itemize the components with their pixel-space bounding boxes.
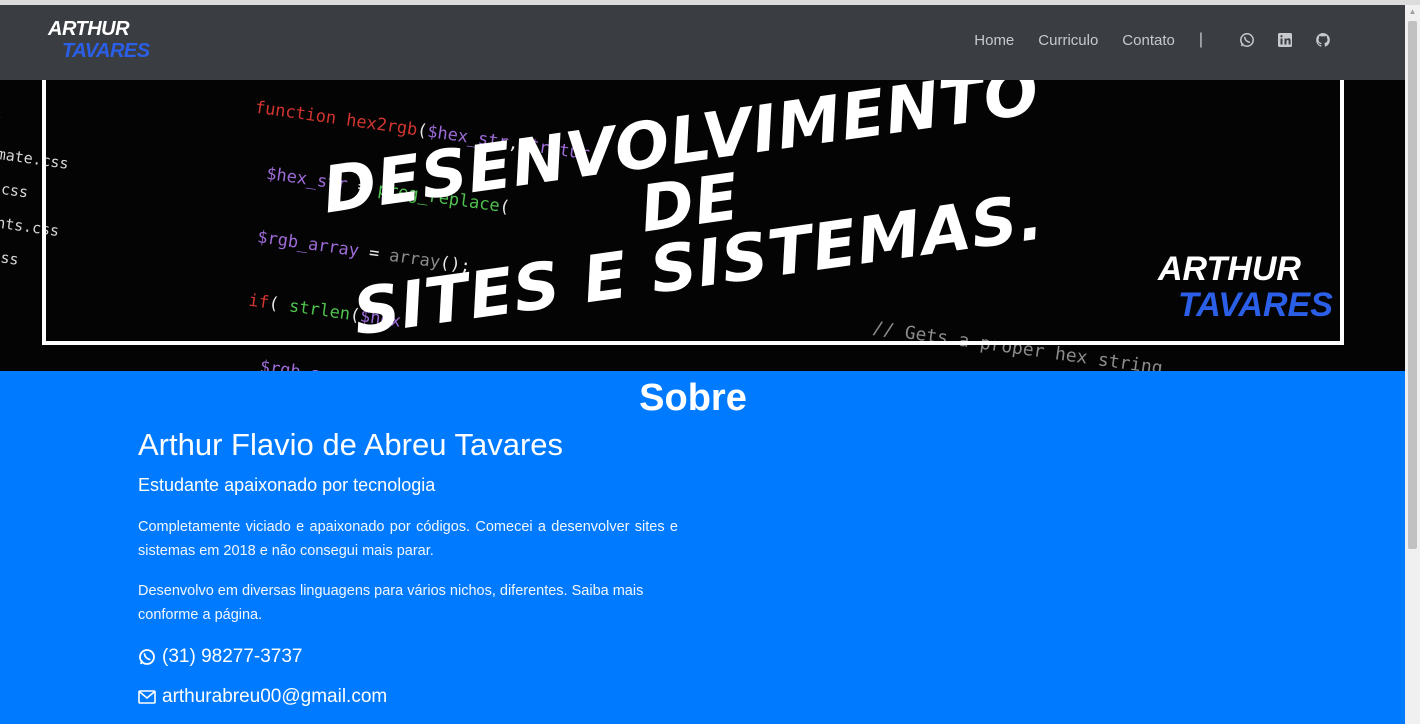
- brand-logo[interactable]: ARTHUR TAVARES: [48, 19, 150, 61]
- page: ARTHUR TAVARES Home Curriculo Contato | …: [0, 0, 1420, 724]
- nav-separator: |: [1198, 31, 1203, 48]
- about-subtitle: Estudante apaixonado por tecnologia: [138, 475, 436, 495]
- linkedin-icon[interactable]: [1277, 32, 1293, 48]
- banner-logo: ARTHUR TAVARES: [1158, 252, 1333, 322]
- whatsapp-icon: [139, 649, 155, 665]
- about-name: Arthur Flavio de Abreu Tavares: [138, 427, 564, 462]
- scrollbar-thumb[interactable]: [1408, 21, 1417, 549]
- nav-home[interactable]: Home: [974, 32, 1014, 49]
- nav-curriculo[interactable]: Curriculo: [1038, 32, 1098, 49]
- about-title: Sobre: [639, 377, 747, 419]
- main-nav: Home Curriculo Contato |: [950, 31, 1331, 49]
- hero-banner: s imate.css g.css ments.css o.css function h…: [0, 80, 1405, 371]
- scroll-up-arrow-icon[interactable]: ▲: [1408, 7, 1417, 16]
- about-paragraph-1: Completamente viciado e apaixonado por c…: [138, 519, 678, 559]
- brand-line2: TAVARES: [62, 40, 150, 62]
- vertical-scrollbar[interactable]: ▲: [1405, 5, 1420, 724]
- banner-logo-line2: TAVARES: [1178, 286, 1333, 324]
- whatsapp-icon[interactable]: [1239, 32, 1255, 48]
- about-paragraph-2: Desenvolvo em diversas linguagens para v…: [138, 583, 644, 623]
- contact-email[interactable]: arthurabreu00@gmail.com: [138, 686, 387, 708]
- envelope-icon: [138, 690, 156, 704]
- contact-phone[interactable]: (31) 98277-3737: [138, 646, 303, 668]
- banner-logo-line1: ARTHUR: [1158, 250, 1301, 288]
- contact-email-text: arthurabreu00@gmail.com: [162, 686, 388, 707]
- github-icon[interactable]: [1315, 32, 1331, 48]
- contact-phone-text: (31) 98277-3737: [162, 646, 303, 667]
- about-section: Sobre Arthur Flavio de Abreu Tavares Est…: [0, 371, 1405, 724]
- brand-line1: ARTHUR: [48, 18, 130, 40]
- nav-contato[interactable]: Contato: [1122, 32, 1175, 49]
- navbar: ARTHUR TAVARES Home Curriculo Contato |: [0, 5, 1405, 80]
